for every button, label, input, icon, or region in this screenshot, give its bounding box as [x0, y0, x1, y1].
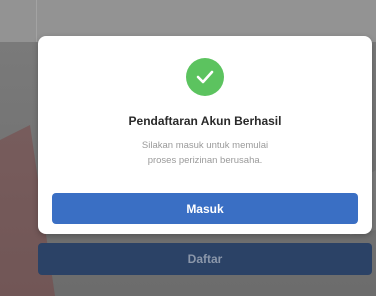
- masuk-button-label: Masuk: [186, 201, 224, 216]
- daftar-button-label: Daftar: [187, 252, 223, 266]
- dialog-message-line-1: Silakan masuk untuk memulai: [141, 140, 269, 151]
- dialog-title: Pendaftaran Akun Berhasil: [128, 114, 282, 128]
- dialog-message: Silakan masuk untuk memulai proses periz…: [98, 138, 312, 168]
- success-dialog: Pendaftaran Akun Berhasil Silakan masuk …: [38, 36, 372, 234]
- check-icon: [186, 58, 224, 96]
- daftar-button[interactable]: Daftar: [38, 243, 372, 275]
- masuk-button[interactable]: Masuk: [52, 193, 358, 224]
- dialog-message-line-2: proses perizinan berusaha.: [147, 155, 263, 166]
